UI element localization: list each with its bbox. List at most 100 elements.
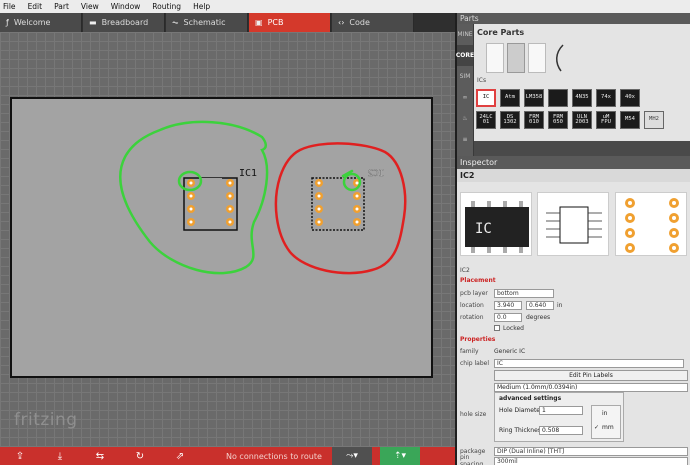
pcb-layer-row: pcb layer bottom (457, 288, 690, 298)
add-via-button[interactable]: ⇆ (80, 447, 120, 465)
ic1-pads (187, 179, 234, 226)
hole-size-label: hole size (460, 410, 487, 418)
chip-ds1302[interactable]: DS 1302 (500, 111, 520, 129)
tab-schematic[interactable]: ⏦ Schematic (166, 13, 248, 32)
ic1-label: IC1 (239, 168, 257, 179)
part-id-row: IC2 (457, 265, 690, 275)
bin-mine[interactable]: MINE (457, 24, 473, 45)
unit-mm-option[interactable]: mm (602, 424, 614, 431)
tab-welcome[interactable]: ƒ Welcome (0, 13, 82, 32)
breadboard-image: IC (459, 192, 532, 256)
ics-grid: IC Atm LM358 4N35 74x 40x 24LC 01 DS 130… (474, 85, 690, 141)
pin-spacing-select[interactable]: 300mil (494, 456, 688, 465)
bin-other[interactable]: ≡ (457, 129, 473, 150)
breadboard-icon: ▬ (89, 18, 97, 27)
locked-label: Locked (503, 324, 524, 332)
chip-m54[interactable]: M54 (620, 111, 640, 129)
chip-frm010[interactable]: FRM 010 (524, 111, 544, 129)
menu-view[interactable]: View (81, 2, 99, 11)
ic2-footprint[interactable] (311, 177, 365, 231)
parts-row-top (474, 40, 690, 77)
tab-label: Breadboard (101, 18, 149, 27)
rotation-unit: degrees (526, 313, 551, 321)
checkmark-icon: ✓ (594, 424, 600, 431)
placement-section: Placement (460, 277, 496, 284)
export-button[interactable]: ⇗ (160, 447, 200, 465)
export-icon: ⇗ (175, 450, 185, 462)
location-y-input[interactable]: 0.640 (526, 300, 554, 310)
advanced-settings-label: advanced settings (499, 395, 562, 402)
chip-frm050[interactable]: FRM 050 (548, 111, 568, 129)
ic-image-text: IC (475, 221, 492, 237)
package-select[interactable]: DIP (Dual Inline) [THT] (494, 446, 688, 456)
tab-pcb[interactable]: ▣ PCB (249, 13, 331, 32)
chip-label-input[interactable]: IC (494, 358, 684, 368)
flame-icon: ♨ (462, 115, 468, 122)
chip-mh2[interactable]: MH2 (644, 111, 664, 129)
rotate-button[interactable]: ↻ (120, 447, 160, 465)
chip-lm358[interactable]: LM358 (524, 89, 544, 107)
add-note-button[interactable]: ⤓ (40, 447, 80, 465)
menu-bar: File Edit Part View Window Routing Help (0, 0, 690, 13)
part-thumb-4[interactable] (551, 43, 569, 73)
menu-file[interactable]: File (3, 2, 16, 11)
chip-74x[interactable]: 74x (596, 89, 616, 107)
chip-atmega[interactable]: Atm (500, 89, 520, 107)
part-thumb-2[interactable] (507, 43, 525, 73)
pcb-icon: ▣ (255, 18, 263, 27)
tab-label: Schematic (183, 18, 226, 27)
chip-ic[interactable]: IC (476, 89, 496, 107)
edit-pin-labels-button[interactable]: Edit Pin Labels (494, 370, 688, 381)
ic1-footprint[interactable] (183, 177, 238, 231)
menu-part[interactable]: Part (54, 2, 69, 11)
bin-arduino[interactable]: ∞ (457, 87, 473, 108)
menu-routing[interactable]: Routing (152, 2, 181, 11)
part-thumb-3[interactable] (528, 43, 546, 73)
bin-flame[interactable]: ♨ (457, 108, 473, 129)
menu-edit[interactable]: Edit (28, 2, 43, 11)
chip-4n35[interactable]: 4N35 (572, 89, 592, 107)
rotation-input[interactable]: 0.0 (494, 312, 522, 322)
parts-panel: Parts MINE CORE SIM ∞ ♨ ≡ Core Parts ICs… (456, 13, 690, 156)
inspector-panel: Inspector IC2 IC IC2 Placement pcb layer… (457, 156, 690, 465)
menu-window[interactable]: Window (111, 2, 141, 11)
tab-breadboard[interactable]: ▬ Breadboard (83, 13, 165, 32)
menu-help[interactable]: Help (193, 2, 210, 11)
autoroute-button[interactable]: ⤳▾ (332, 447, 372, 465)
chip-generic[interactable] (548, 89, 568, 107)
chip-40x[interactable]: 40x (620, 89, 640, 107)
ic2-label-mirrored: IC2 (368, 169, 384, 179)
routing-status: No connections to route (226, 451, 322, 461)
bin-core[interactable]: CORE (456, 45, 474, 66)
tab-code[interactable]: ‹› Code (332, 13, 414, 32)
location-unit[interactable]: in (557, 302, 562, 309)
pcb-canvas[interactable]: IC1 IC2 fritzing (0, 32, 455, 447)
right-dock: Parts MINE CORE SIM ∞ ♨ ≡ Core Parts ICs… (456, 13, 690, 465)
ic2-pads (315, 179, 361, 226)
pcb-layer-select[interactable]: bottom (494, 288, 554, 298)
locked-checkbox[interactable] (494, 325, 500, 331)
fabricate-button[interactable]: ⇡▾ (380, 447, 420, 465)
inspector-title: Inspector (457, 156, 690, 169)
chip-umfpu[interactable]: uM FPU (596, 111, 616, 129)
locked-row: Locked (457, 323, 690, 333)
location-label: location (460, 301, 484, 309)
schematic-icon: ⏦ (172, 17, 179, 27)
download-icon: ⤓ (57, 450, 63, 462)
fritzing-logo: fritzing (14, 410, 78, 430)
chip-uln2003[interactable]: ULN 2003 (572, 111, 592, 129)
ring-thickness-input[interactable]: 0.508 (539, 426, 583, 435)
part-id: IC2 (460, 266, 470, 274)
tab-label: Welcome (13, 18, 51, 27)
share-button[interactable]: ⇪ (0, 447, 40, 465)
pcb-layer-label: pcb layer (460, 289, 488, 297)
location-x-input[interactable]: 3.940 (494, 300, 522, 310)
share-icon: ⇪ (15, 450, 25, 462)
pcb-image (615, 192, 688, 256)
tab-label: Code (349, 18, 370, 27)
part-thumb-1[interactable] (486, 43, 504, 73)
chip-24lc01[interactable]: 24LC 01 (476, 111, 496, 129)
bin-sim[interactable]: SIM (457, 66, 473, 87)
infinity-icon: ∞ (462, 94, 468, 101)
trace-width-select[interactable]: Medium (1.0mm/0.0394in) (494, 383, 688, 392)
